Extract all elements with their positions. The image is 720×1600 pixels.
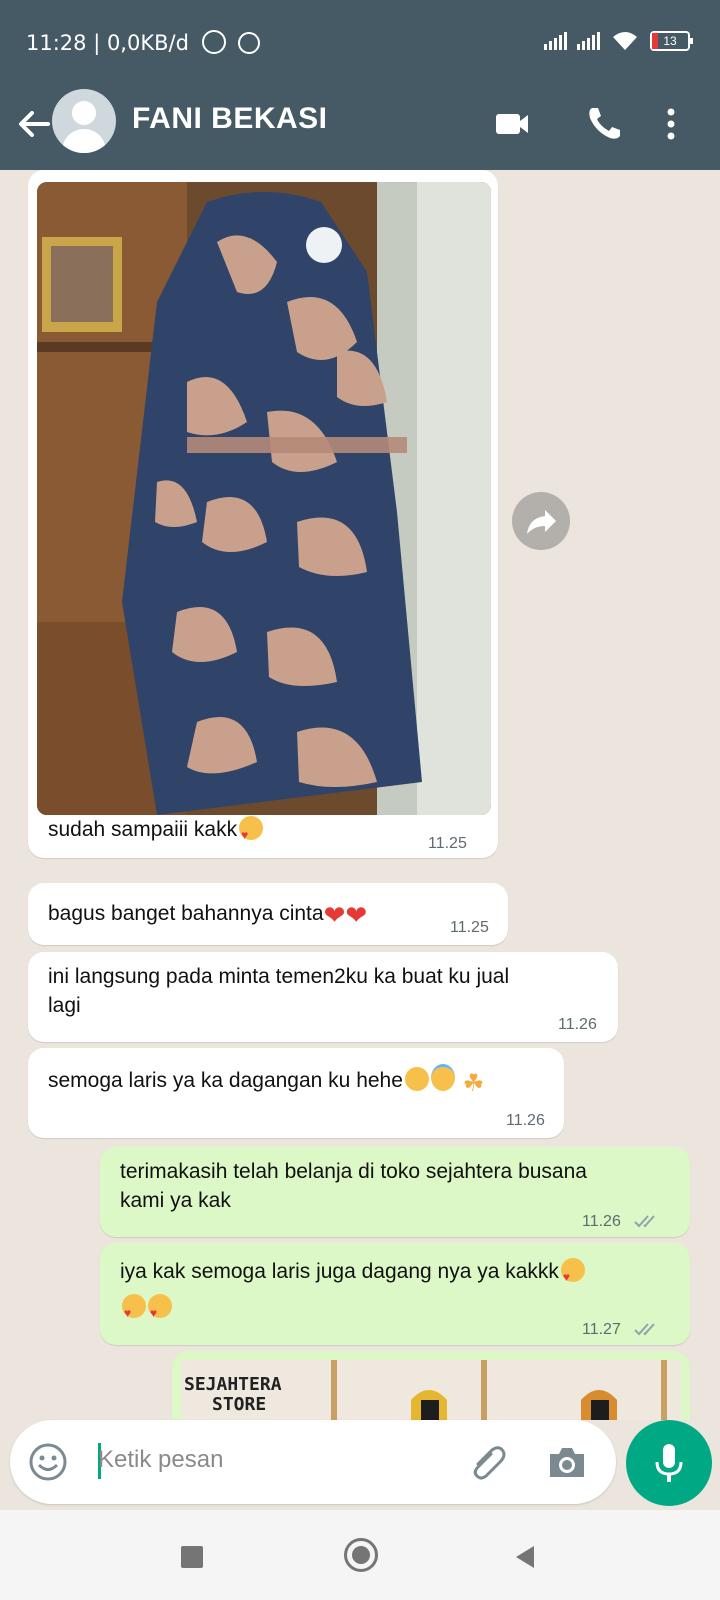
- incoming-message[interactable]: ini langsung pada minta temen2ku ka buat…: [28, 952, 618, 1042]
- menu-kebab-icon[interactable]: [664, 102, 678, 146]
- message-list[interactable]: sudah sampaiii kakk 11.25 bagus banget b…: [0, 170, 720, 1420]
- message-text-line-1: terimakasih telah belanja di toko sejaht…: [120, 1160, 587, 1183]
- forward-icon: [527, 510, 556, 534]
- smiling-face-hearts-icon: [239, 816, 264, 850]
- message-time: 11.25: [450, 919, 489, 936]
- emoji-picker-icon[interactable]: [28, 1442, 68, 1482]
- dress-photo[interactable]: [37, 182, 491, 815]
- message-emoji-row: [120, 1293, 172, 1328]
- voice-record-button[interactable]: [626, 1420, 712, 1506]
- system-navigation-bar: [0, 1510, 720, 1600]
- voice-call-icon[interactable]: [582, 102, 626, 146]
- smiling-face-hearts-icon: [560, 1258, 585, 1292]
- message-composer[interactable]: Ketik pesan: [10, 1420, 616, 1504]
- outgoing-message[interactable]: terimakasih telah belanja di toko sejaht…: [100, 1147, 690, 1237]
- microphone-icon: [655, 1444, 683, 1482]
- back-arrow-icon[interactable]: [14, 104, 54, 144]
- red-heart-icon: ❤: [323, 900, 346, 930]
- signal-icon-2: [577, 32, 600, 50]
- message-text: semoga laris ya ka dagangan ku hehe ☘: [48, 1064, 485, 1097]
- recent-apps-button[interactable]: [181, 1546, 203, 1568]
- message-text: bagus banget bahannya cinta❤❤: [48, 900, 368, 930]
- video-call-icon[interactable]: [490, 102, 534, 146]
- whatsapp-icon: [238, 32, 261, 54]
- message-text-line-2: lagi: [48, 994, 81, 1017]
- message-time: 11.26: [582, 1213, 621, 1230]
- battery-icon: 13: [650, 31, 693, 51]
- outgoing-message[interactable]: iya kak semoga laris juga dagang nya ya …: [100, 1243, 690, 1345]
- back-button[interactable]: [514, 1544, 536, 1570]
- grinning-face-icon: [404, 1067, 429, 1091]
- forward-button[interactable]: [512, 492, 570, 550]
- status-time: 11:28 | 0,0KB/d: [26, 30, 261, 55]
- incoming-message[interactable]: semoga laris ya ka dagangan ku hehe ☘ 11…: [28, 1048, 564, 1138]
- smiling-face-hearts-icon: [148, 1294, 172, 1328]
- message-time: 11.26: [558, 1016, 597, 1033]
- message-time: 11.26: [506, 1112, 545, 1129]
- incoming-message[interactable]: bagus banget bahannya cinta❤❤ 11.25: [28, 883, 508, 945]
- red-heart-icon: ❤: [345, 900, 368, 930]
- smiling-face-hearts-icon: [122, 1294, 146, 1328]
- alarm-icon: [201, 30, 226, 54]
- message-text-line-2: kami ya kak: [120, 1189, 231, 1212]
- camera-icon[interactable]: [546, 1442, 588, 1482]
- signal-icon: [544, 32, 567, 50]
- read-ticks-icon: [634, 1323, 655, 1336]
- outgoing-image-message[interactable]: SEJAHTERA STORE: [172, 1351, 690, 1420]
- contact-name[interactable]: FANI BEKASI: [132, 102, 328, 136]
- message-input[interactable]: Ketik pesan: [98, 1446, 223, 1474]
- read-ticks-icon: [634, 1215, 655, 1228]
- status-bar: 11:28 | 0,0KB/d 13: [0, 0, 720, 86]
- home-button[interactable]: [344, 1538, 378, 1572]
- message-time: 11.27: [582, 1321, 621, 1338]
- attach-paperclip-icon[interactable]: [468, 1442, 508, 1482]
- message-text-line-1: ini langsung pada minta temen2ku ka buat…: [48, 965, 510, 988]
- store-label: SEJAHTERA STORE: [184, 1374, 282, 1415]
- message-time: 11.25: [428, 835, 467, 852]
- sweat-smile-icon: [430, 1064, 455, 1091]
- chat-header: FANI BEKASI: [0, 86, 720, 170]
- folded-hands-icon: ☘: [462, 1070, 485, 1097]
- wifi-icon: [613, 32, 637, 50]
- incoming-image-message[interactable]: sudah sampaiii kakk 11.25: [28, 170, 570, 858]
- contact-avatar[interactable]: [52, 89, 116, 153]
- message-text: sudah sampaiii kakk: [48, 815, 264, 850]
- message-text: iya kak semoga laris juga dagang nya ya …: [120, 1257, 585, 1292]
